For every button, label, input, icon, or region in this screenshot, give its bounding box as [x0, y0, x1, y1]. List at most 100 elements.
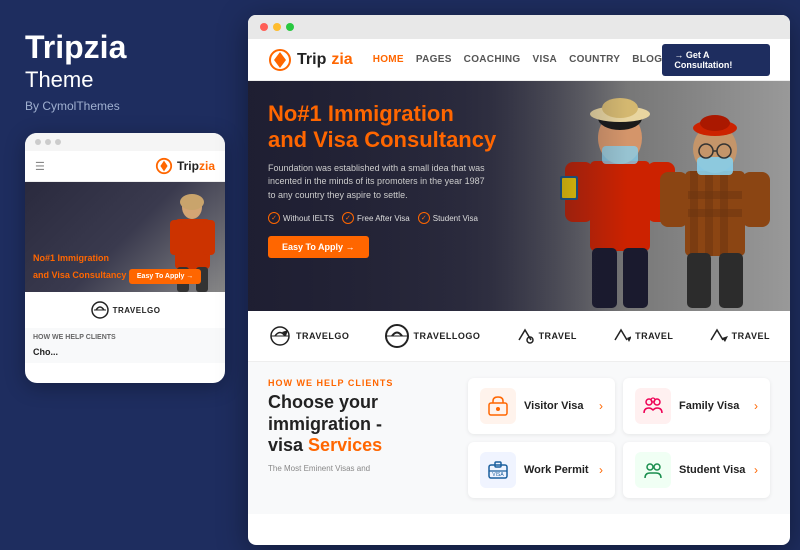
- work-icon-svg: VISA: [487, 459, 509, 481]
- nav-home[interactable]: HOME: [373, 54, 404, 65]
- mobile-how-label: HOW WE HELP CLIENTS: [25, 328, 225, 347]
- student-visa-name: Student Visa: [679, 464, 746, 476]
- browser-mockup: Tripzia HOME PAGES COACHING VISA COUNTRY…: [248, 15, 790, 545]
- sidebar-subtitle: Theme: [25, 67, 215, 93]
- services-section: HOW WE HELP CLIENTS Choose yourimmigrati…: [248, 362, 790, 514]
- services-left: HOW WE HELP CLIENTS Choose yourimmigrati…: [268, 378, 448, 498]
- hero-badge-student: ✓ Student Visa: [418, 212, 478, 224]
- mobile-logo-section: TRAVELGO: [25, 292, 225, 328]
- work-permit-icon: VISA: [480, 452, 516, 488]
- hero-badges: ✓ Without IELTS ✓ Free After Visa ✓ Stud…: [268, 212, 496, 224]
- browser-dot-close: [260, 23, 268, 31]
- hero-badge-visa: ✓ Free After Visa: [342, 212, 410, 224]
- svg-text:VISA: VISA: [492, 472, 504, 478]
- mobile-dot-1: [35, 139, 41, 145]
- mobile-hero-text: No#1 Immigrationand Visa Consultancy Eas…: [33, 253, 201, 284]
- website-nav: Tripzia HOME PAGES COACHING VISA COUNTRY…: [248, 39, 790, 81]
- hero-badge-ielts: ✓ Without IELTS: [268, 212, 334, 224]
- visitor-visa-info: Visitor Visa: [524, 400, 591, 412]
- hero-description: Foundation was established with a small …: [268, 162, 488, 203]
- nav-coaching[interactable]: COACHING: [464, 54, 521, 65]
- browser-top-bar: [248, 15, 790, 39]
- mobile-logo-icon: [155, 157, 173, 175]
- logo-travellogo: Travellogo: [384, 323, 481, 349]
- hamburger-icon: ☰: [35, 160, 45, 173]
- student-icon-svg: [642, 459, 664, 481]
- browser-dot-minimize: [273, 23, 281, 31]
- how-label: HOW WE HELP CLIENTS: [268, 378, 448, 388]
- mobile-logo-text: Tripzia: [177, 159, 215, 173]
- hero-title-orange: No#1 Immigration: [268, 101, 454, 126]
- badge-ielts-text: Without IELTS: [283, 214, 334, 223]
- mobile-hero-btn: Easy To Apply →: [129, 269, 201, 284]
- service-card-family[interactable]: Family Visa ›: [623, 378, 770, 434]
- service-card-work[interactable]: VISA Work Permit ›: [468, 442, 615, 498]
- mobile-dot-2: [45, 139, 51, 145]
- student-visa-icon: [635, 452, 671, 488]
- mobile-choose-text: Cho...: [25, 347, 225, 363]
- mobile-top-bar: [25, 133, 225, 151]
- logos-strip: TRAVELGO Travellogo travel Trave: [248, 311, 790, 362]
- visitor-visa-icon: [480, 388, 516, 424]
- student-visa-info: Student Visa: [679, 464, 746, 476]
- browser-dot-maximize: [286, 23, 294, 31]
- travelgo-icon-1: [268, 324, 292, 348]
- badge-student-text: Student Visa: [433, 214, 478, 223]
- visitor-visa-arrow: ›: [599, 399, 603, 413]
- logo-travel-3: travel: [515, 326, 577, 346]
- services-grid: Visitor Visa › Family Visa ›: [468, 378, 770, 498]
- check-icon-1: ✓: [268, 212, 280, 224]
- hero-content: No#1 Immigration and Visa Consultancy Fo…: [268, 101, 496, 258]
- badge-visa-text: Free After Visa: [357, 214, 410, 223]
- nav-country[interactable]: COUNTRY: [569, 54, 620, 65]
- nav-logo: Tripzia: [268, 48, 353, 72]
- mobile-nav-logo: Tripzia: [155, 157, 215, 175]
- service-card-student[interactable]: Student Visa ›: [623, 442, 770, 498]
- sidebar-title: Tripzia: [25, 30, 215, 65]
- visitor-visa-name: Visitor Visa: [524, 400, 591, 412]
- travel-icon-3: [515, 326, 535, 346]
- family-visa-name: Family Visa: [679, 400, 746, 412]
- logo-travel-4: Travel: [611, 326, 673, 346]
- travel-icon-5: [708, 326, 728, 346]
- services-description: The Most Eminent Visas and: [268, 463, 448, 475]
- mobile-nav: ☰ Tripzia: [25, 151, 225, 182]
- mobile-dot-3: [55, 139, 61, 145]
- check-icon-3: ✓: [418, 212, 430, 224]
- travellogo-icon: [384, 323, 410, 349]
- hero-cta-button[interactable]: Easy To Apply →: [268, 236, 369, 258]
- mobile-mockup: ☰ Tripzia No#1 Immigrationand Visa Consu…: [25, 133, 225, 383]
- logo-travelgo-1: TRAVELGO: [268, 324, 349, 348]
- sidebar: Tripzia Theme By CymolThemes ☰ Tripzia N…: [0, 0, 240, 550]
- visitor-icon-svg: [487, 395, 509, 417]
- work-permit-arrow: ›: [599, 463, 603, 477]
- travelgo-icon-small: [90, 300, 110, 320]
- nav-logo-zia: zia: [331, 51, 352, 69]
- work-permit-name: Work Permit: [524, 464, 591, 476]
- nav-blog[interactable]: BLOG: [632, 54, 662, 65]
- mobile-hero: No#1 Immigrationand Visa Consultancy Eas…: [25, 182, 225, 292]
- check-icon-2: ✓: [342, 212, 354, 224]
- family-visa-arrow: ›: [754, 399, 758, 413]
- hero-title: No#1 Immigration and Visa Consultancy: [268, 101, 496, 154]
- hero-section: No#1 Immigration and Visa Consultancy Fo…: [248, 81, 790, 311]
- nav-links: HOME PAGES COACHING VISA COUNTRY BLOG: [373, 54, 663, 65]
- family-visa-info: Family Visa: [679, 400, 746, 412]
- sidebar-by: By CymolThemes: [25, 99, 215, 113]
- services-title-orange: Services: [308, 435, 382, 455]
- mobile-travelgo-logo: TRAVELGO: [90, 300, 161, 320]
- family-icon-svg: [642, 395, 664, 417]
- nav-pages[interactable]: PAGES: [416, 54, 452, 65]
- student-visa-arrow: ›: [754, 463, 758, 477]
- logo-travel-5: travel: [708, 326, 770, 346]
- services-title: Choose yourimmigration -visa Services: [268, 392, 448, 457]
- nav-cta-button[interactable]: → Get A Consultation!: [662, 44, 770, 76]
- family-visa-icon: [635, 388, 671, 424]
- nav-logo-trip: Trip: [297, 51, 326, 69]
- hero-title-white: and Visa Consultancy: [268, 127, 496, 152]
- service-card-visitor[interactable]: Visitor Visa ›: [468, 378, 615, 434]
- nav-visa[interactable]: VISA: [533, 54, 558, 65]
- travel-icon-4: [611, 326, 631, 346]
- nav-logo-icon: [268, 48, 292, 72]
- work-permit-info: Work Permit: [524, 464, 591, 476]
